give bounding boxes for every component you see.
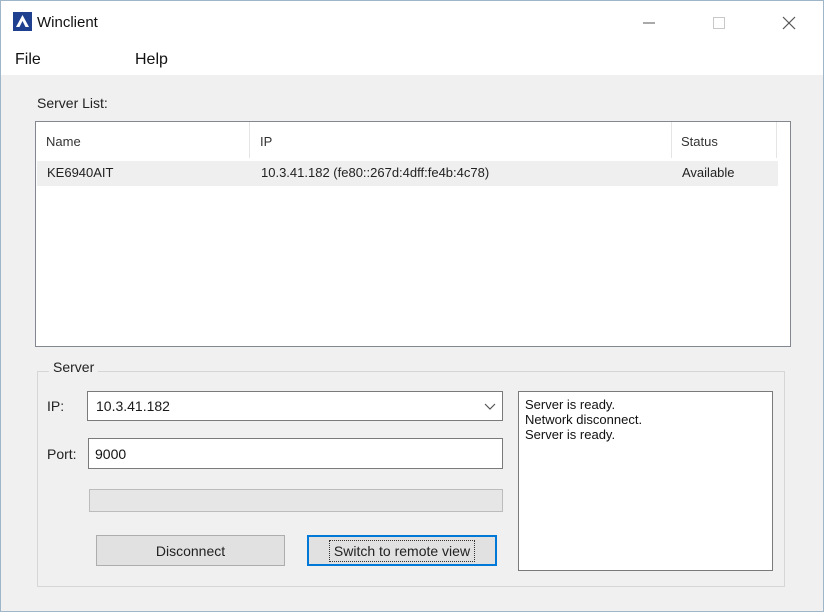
server-list[interactable]: Name IP Status KE6940AIT 10.3.41.182 (fe… bbox=[35, 121, 791, 347]
column-divider[interactable] bbox=[671, 122, 672, 158]
port-label: Port: bbox=[47, 446, 77, 462]
winclient-window: Winclient File Help Server List: Name IP bbox=[0, 0, 824, 612]
disconnect-button[interactable]: Disconnect bbox=[96, 535, 285, 566]
column-divider[interactable] bbox=[776, 122, 777, 158]
close-icon bbox=[782, 16, 796, 30]
status-log[interactable]: Server is ready. Network disconnect. Ser… bbox=[518, 391, 773, 571]
switch-to-remote-view-button[interactable]: Switch to remote view bbox=[307, 535, 497, 566]
column-header-name[interactable]: Name bbox=[46, 134, 81, 149]
server-ip-cell: 10.3.41.182 (fe80::267d:4dff:fe4b:4c78) bbox=[261, 165, 490, 180]
log-line: Server is ready. bbox=[525, 397, 616, 412]
column-header-ip[interactable]: IP bbox=[260, 134, 272, 149]
port-input[interactable] bbox=[88, 438, 503, 469]
server-row[interactable]: KE6940AIT 10.3.41.182 (fe80::267d:4dff:f… bbox=[37, 161, 778, 186]
maximize-button[interactable] bbox=[697, 1, 741, 45]
title-bar[interactable]: Winclient bbox=[1, 1, 823, 45]
connection-progress-bar bbox=[89, 489, 503, 512]
maximize-icon bbox=[713, 17, 725, 29]
ip-label: IP: bbox=[47, 398, 65, 414]
log-line: Server is ready. bbox=[525, 427, 616, 442]
menu-file[interactable]: File bbox=[15, 51, 41, 69]
close-button[interactable] bbox=[767, 1, 811, 45]
ip-dropdown[interactable]: 10.3.41.182 bbox=[87, 391, 503, 421]
server-list-label: Server List: bbox=[37, 95, 108, 111]
disconnect-button-label: Disconnect bbox=[155, 542, 226, 559]
window-title: Winclient bbox=[37, 14, 98, 31]
minimize-icon bbox=[643, 22, 655, 24]
server-name-cell: KE6940AIT bbox=[47, 165, 114, 180]
server-status-cell: Available bbox=[682, 165, 735, 180]
switch-button-label: Switch to remote view bbox=[328, 539, 476, 562]
server-list-header: Name IP Status bbox=[36, 122, 790, 158]
winclient-app-icon bbox=[13, 12, 32, 31]
menu-help[interactable]: Help bbox=[135, 51, 168, 69]
server-group-label: Server bbox=[49, 359, 99, 375]
column-divider[interactable] bbox=[249, 122, 250, 158]
column-header-status[interactable]: Status bbox=[681, 134, 718, 149]
menu-bar: File Help bbox=[1, 45, 823, 75]
minimize-button[interactable] bbox=[627, 1, 671, 45]
ip-dropdown-value: 10.3.41.182 bbox=[96, 398, 170, 414]
log-line: Network disconnect. bbox=[525, 412, 643, 427]
chevron-down-icon[interactable] bbox=[484, 400, 496, 412]
